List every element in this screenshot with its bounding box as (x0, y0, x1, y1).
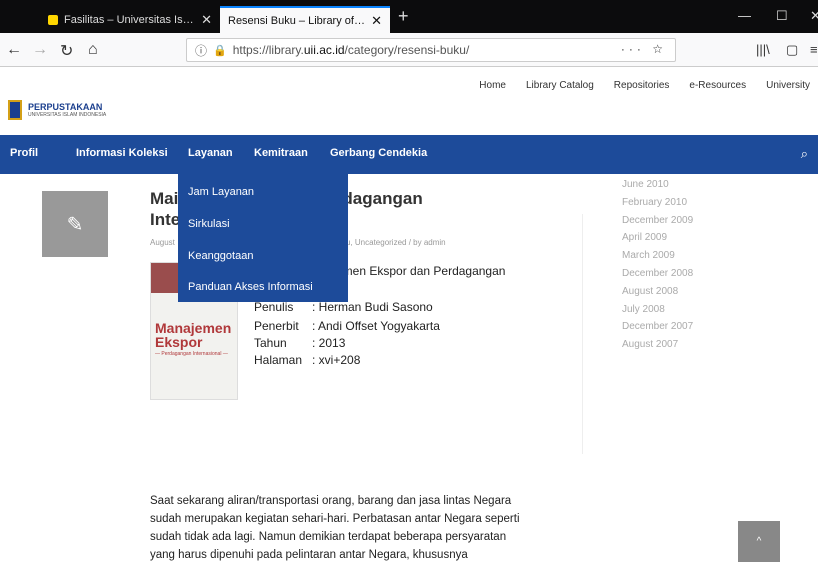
post-date: August (150, 238, 175, 247)
archive-link[interactable]: December 2007 (622, 318, 722, 336)
post-categories[interactable]: u, Uncategorized / by admin (346, 238, 446, 247)
menu-item-keanggotaan[interactable]: Keanggotaan (188, 250, 253, 262)
tab-fasilitas[interactable]: Fasilitas – Universitas Islam Indo ✕ (40, 6, 220, 33)
book-tahun: Tahun: 2013 (254, 336, 346, 350)
back-icon[interactable]: ← (6, 41, 22, 59)
book-title-fragment: emen Ekspor dan Perdagangan (336, 264, 506, 278)
maximize-icon[interactable]: ☐ (776, 8, 788, 24)
info-icon[interactable]: ⓘ (195, 42, 207, 59)
nav-layanan[interactable]: Layanan (188, 147, 233, 159)
nav-informasi-koleksi[interactable]: Informasi Koleksi (76, 147, 168, 159)
divider (582, 214, 583, 454)
new-tab-icon[interactable]: + (398, 6, 409, 27)
tab-label: Fasilitas – Universitas Islam Indo (64, 13, 195, 26)
post-excerpt: Saat sekarang aliran/transportasi orang,… (150, 495, 520, 561)
title-part: Inte (150, 210, 181, 229)
close-tab-icon[interactable]: ✕ (371, 13, 382, 29)
scroll-to-top-button[interactable]: ^ (738, 521, 780, 562)
site-logo[interactable]: PERPUSTAKAAN UNIVERSITAS ISLAM INDONESIA (8, 100, 106, 120)
archive-link[interactable]: April 2009 (622, 229, 722, 247)
home-icon[interactable]: ⌂ (88, 41, 98, 59)
archive-link[interactable]: March 2009 (622, 247, 722, 265)
sidebar-icon[interactable]: ▢ (786, 42, 798, 58)
menu-item-sirkulasi[interactable]: Sirkulasi (188, 218, 230, 230)
url-host: uii.ac.id (303, 43, 345, 57)
nav-gerbang-cendekia[interactable]: Gerbang Cendekia (330, 147, 427, 159)
tab-label: Resensi Buku – Library of Islamic U (228, 14, 366, 27)
site-header: Home Library Catalog Repositories e-Reso… (0, 67, 818, 135)
top-links: Home Library Catalog Repositories e-Reso… (479, 80, 810, 91)
url-prefix: https://library. (232, 43, 304, 57)
search-icon[interactable]: ⌕ (801, 146, 808, 162)
archive-link[interactable]: August 2007 (622, 336, 722, 354)
nav-profil[interactable]: Profil (10, 147, 38, 159)
archive-link[interactable]: December 2009 (622, 212, 722, 230)
archive-link[interactable]: July 2008 (622, 301, 722, 319)
logo-title: PERPUSTAKAAN (28, 102, 103, 112)
minimize-icon[interactable]: — (738, 8, 751, 23)
forward-icon[interactable]: → (32, 41, 48, 59)
url-path: /category/resensi-buku/ (344, 43, 470, 57)
book-penerbit: Penerbit: Andi Offset Yogyakarta (254, 319, 440, 333)
layanan-dropdown-menu: Jam Layanan Sirkulasi Keanggotaan Pandua… (178, 174, 348, 302)
pencil-icon: ✎ (42, 191, 108, 257)
library-icon[interactable]: |||\ (756, 42, 770, 57)
cover-subtitle: — Perdagangan Internasional — (155, 351, 228, 357)
top-link-repositories[interactable]: Repositories (614, 80, 670, 91)
archive-link[interactable]: June 2010 (622, 176, 722, 194)
top-link-library-catalog[interactable]: Library Catalog (526, 80, 594, 91)
menu-icon[interactable]: ≡ (810, 42, 818, 57)
favicon-icon (48, 14, 58, 25)
menu-item-jam-layanan[interactable]: Jam Layanan (188, 186, 254, 198)
browser-tab-bar: Fasilitas – Universitas Islam Indo ✕ Res… (0, 0, 818, 33)
top-link-home[interactable]: Home (479, 80, 506, 91)
page-actions-icon[interactable]: ··· ☆ (621, 42, 667, 56)
top-link-university[interactable]: University (766, 80, 810, 91)
menu-item-panduan-akses-informasi[interactable]: Panduan Akses Informasi (188, 281, 313, 293)
cover-title: Manajemen Ekspor (155, 320, 232, 350)
uii-emblem-icon (8, 100, 22, 120)
lock-icon: 🔒 (213, 44, 227, 57)
archive-link[interactable]: December 2008 (622, 265, 722, 283)
archive-list: June 2010 February 2010 December 2009 Ap… (622, 176, 722, 354)
tab-resensi-buku[interactable]: Resensi Buku – Library of Islamic U ✕ (220, 6, 390, 33)
title-part: Mai (150, 189, 179, 208)
close-window-icon[interactable]: ✕ (810, 8, 818, 24)
nav-kemitraan[interactable]: Kemitraan (254, 147, 308, 159)
url-bar[interactable]: ⓘ 🔒 https://library. uii.ac.id /category… (186, 38, 676, 62)
archive-link[interactable]: August 2008 (622, 283, 722, 301)
reload-icon[interactable]: ↻ (60, 41, 73, 61)
close-tab-icon[interactable]: ✕ (201, 12, 212, 28)
main-nav: Profil Informasi Koleksi Layanan Kemitra… (0, 135, 818, 174)
chevron-up-icon: ^ (756, 536, 762, 547)
top-link-e-resources[interactable]: e-Resources (689, 80, 746, 91)
main-content: ✎ Mai erdagangan Inte August u, Uncategor… (0, 174, 818, 562)
book-penulis: Penulis: Herman Budi Sasono (254, 300, 433, 314)
archive-link[interactable]: February 2010 (622, 194, 722, 212)
post-meta: August u, Uncategorized / by admin (150, 238, 446, 247)
book-halaman: Halaman: xvi+208 (254, 353, 361, 367)
browser-nav-bar: ← → ↻ ⌂ ⓘ 🔒 https://library. uii.ac.id /… (0, 33, 818, 67)
logo-subtitle: UNIVERSITAS ISLAM INDONESIA (28, 112, 107, 118)
